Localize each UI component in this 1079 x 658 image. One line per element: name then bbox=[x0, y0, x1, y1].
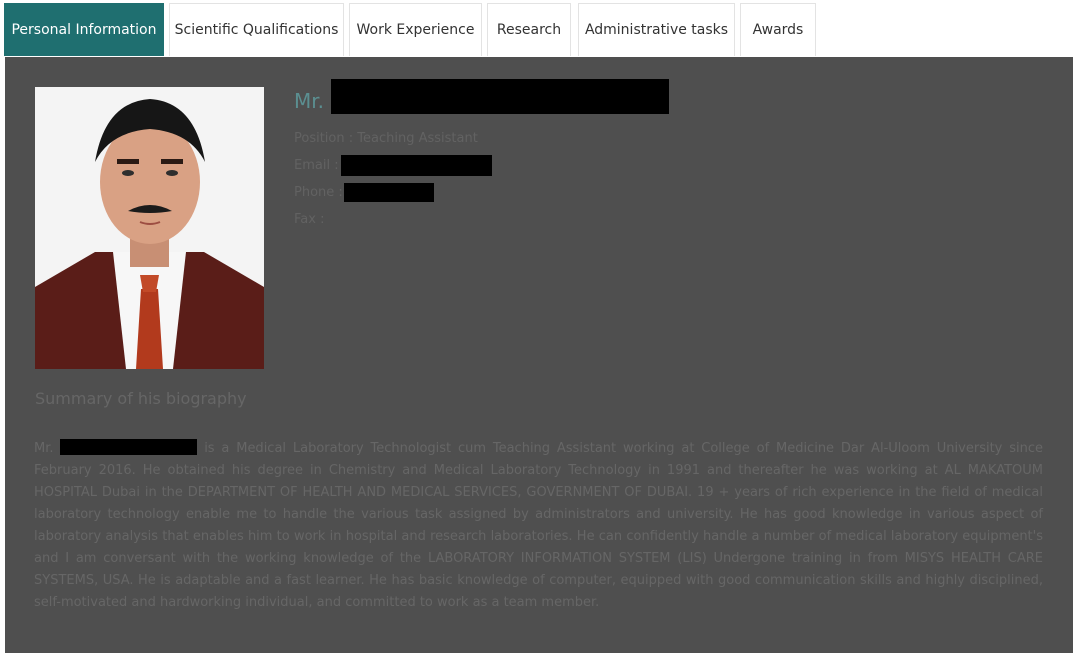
profile-name-prefix: Mr. bbox=[294, 89, 324, 113]
fax-line: Fax : bbox=[294, 212, 324, 227]
profile-panel: Mr. Position : Teaching Assistant Email … bbox=[5, 57, 1073, 653]
bio-body: is a Medical Laboratory Technologist cum… bbox=[34, 441, 1043, 610]
phone-label: Phone : bbox=[294, 185, 343, 200]
biography-text: Mr. is a Medical Laboratory Technologist… bbox=[34, 438, 1043, 614]
phone-line: Phone : bbox=[294, 185, 343, 200]
fax-label: Fax : bbox=[294, 212, 325, 227]
tab-work-experience[interactable]: Work Experience bbox=[349, 3, 482, 56]
tab-awards[interactable]: Awards bbox=[740, 3, 816, 56]
redacted-email bbox=[341, 155, 492, 176]
summary-title: Summary of his biography bbox=[35, 389, 247, 408]
redacted-name bbox=[331, 79, 669, 114]
email-line: Email : bbox=[294, 158, 339, 173]
email-label: Email : bbox=[294, 158, 339, 173]
tab-personal-information[interactable]: Personal Information bbox=[4, 3, 164, 56]
redacted-phone bbox=[344, 183, 434, 202]
bio-prefix: Mr. bbox=[34, 441, 54, 456]
position-line: Position : Teaching Assistant bbox=[294, 131, 478, 146]
redacted-bio-name bbox=[60, 439, 198, 455]
tab-scientific-qualifications[interactable]: Scientific Qualifications bbox=[169, 3, 344, 56]
tab-research[interactable]: Research bbox=[487, 3, 571, 56]
tab-administrative-tasks[interactable]: Administrative tasks bbox=[578, 3, 735, 56]
position-value: Teaching Assistant bbox=[357, 131, 478, 146]
profile-photo bbox=[35, 87, 264, 369]
position-label: Position : bbox=[294, 131, 354, 146]
